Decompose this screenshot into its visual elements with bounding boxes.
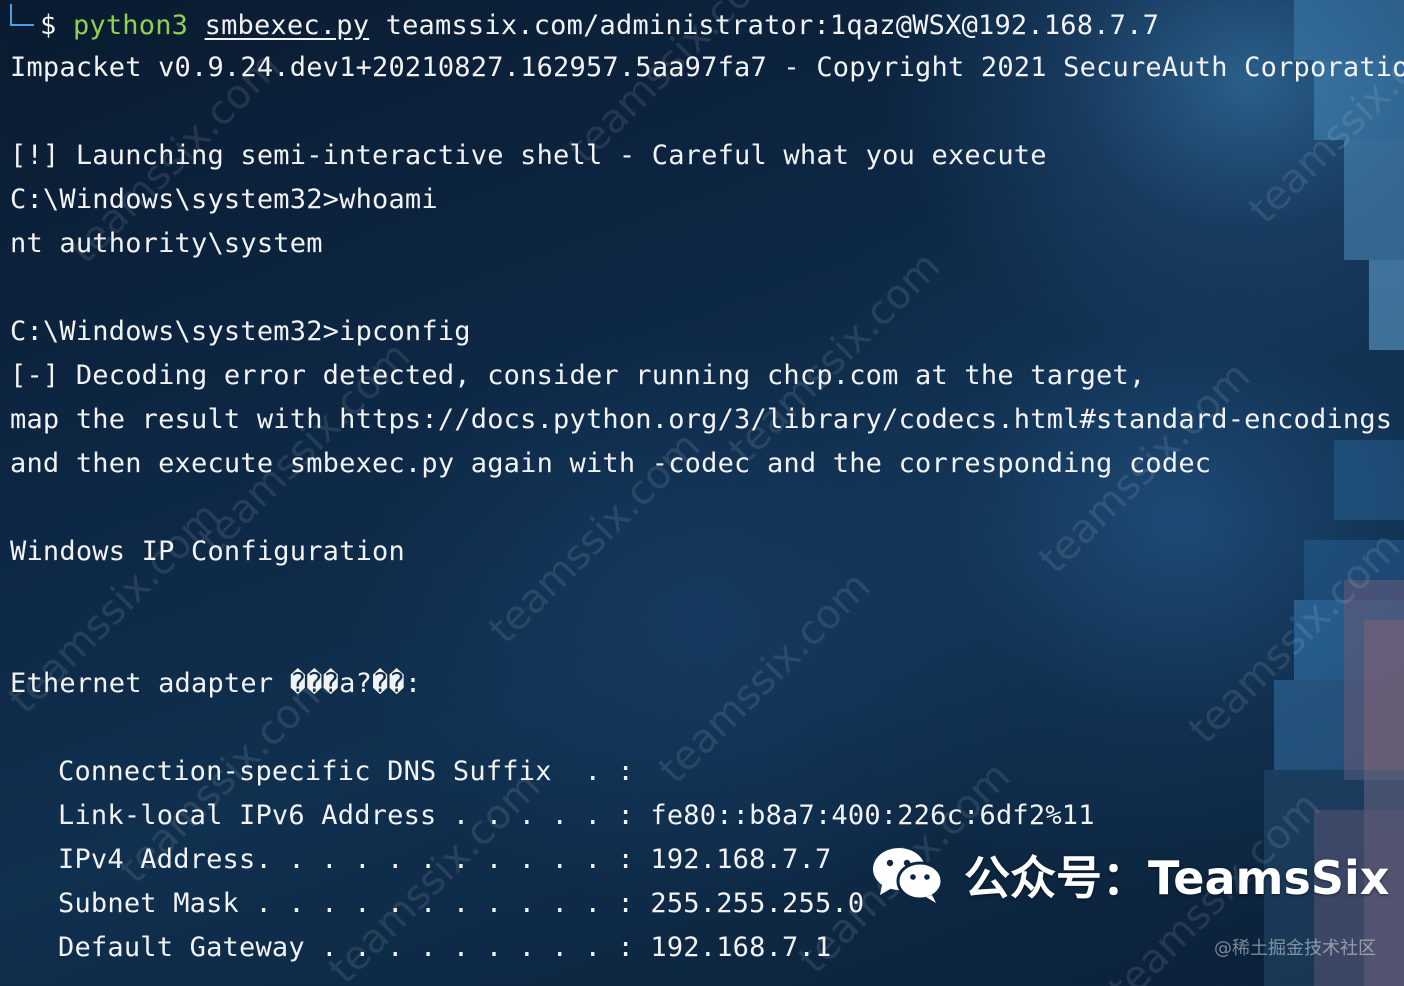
gateway-line: Default Gateway . . . . . . . . . : 192.… [58, 932, 832, 963]
whoami-output: nt authority\system [10, 228, 323, 259]
wechat-account-label: 公众号：TeamsSix [964, 851, 1390, 905]
command-args: teamssix.com/administrator:1qaz@WSX@192.… [369, 10, 1160, 41]
launch-message: [!] Launching semi-interactive shell - C… [10, 140, 1047, 171]
ipv6-line: Link-local IPv6 Address . . . . . : fe80… [58, 800, 1095, 831]
decode-error-line: map the result with https://docs.python.… [10, 404, 1393, 435]
prompt-corner-icon [10, 4, 34, 26]
whoami-command: C:\Windows\system32>whoami [10, 184, 438, 215]
terminal-output[interactable]: $ python3 smbexec.py teamssix.com/admini… [10, 4, 1404, 972]
juejin-credit: @稀土掘金技术社区 [1214, 938, 1376, 959]
command-name: python3 [72, 10, 189, 41]
wechat-account-badge: 公众号：TeamsSix [872, 840, 1392, 910]
banner-line: Impacket v0.9.24.dev1+20210827.162957.5a… [10, 52, 1404, 83]
decode-error-line: and then execute smbexec.py again with -… [10, 448, 1212, 479]
adapter-header: Ethernet adapter ���a?��: [10, 668, 422, 699]
prompt-symbol: $ [40, 10, 57, 41]
ipconfig-command: C:\Windows\system32>ipconfig [10, 316, 471, 347]
ip-config-title: Windows IP Configuration [10, 536, 405, 567]
script-name: smbexec.py [204, 10, 370, 41]
command-line: $ python3 smbexec.py teamssix.com/admini… [10, 4, 1394, 48]
dns-suffix-line: Connection-specific DNS Suffix . : [58, 756, 634, 787]
decode-error-line: [-] Decoding error detected, consider ru… [10, 360, 1146, 391]
wechat-icon [872, 845, 944, 905]
